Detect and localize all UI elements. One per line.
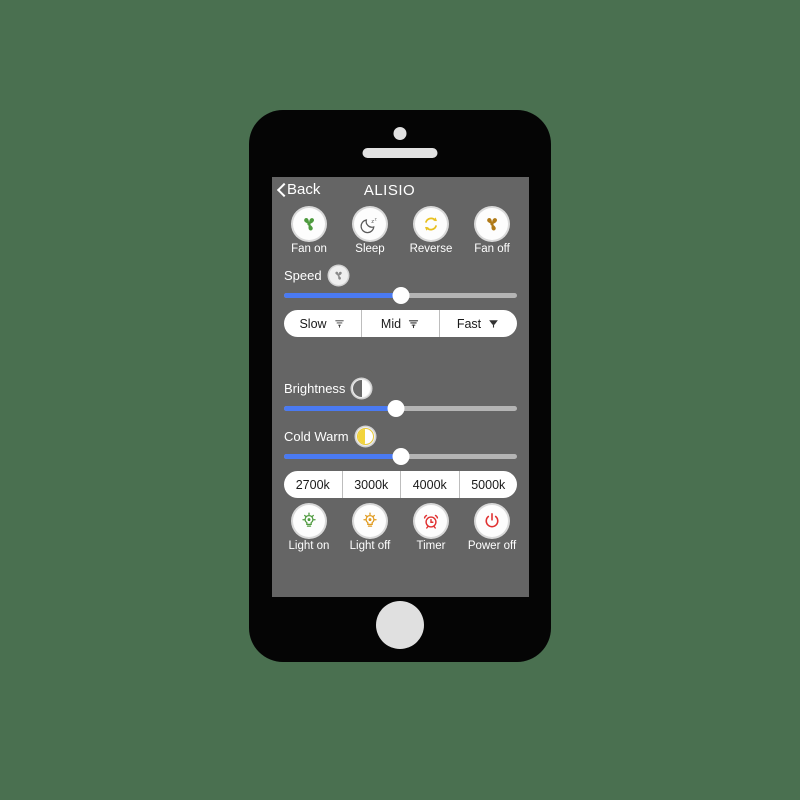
fan-icon	[304, 217, 314, 231]
cold-warm-slider-fill	[284, 454, 401, 459]
speed-label: Speed	[284, 268, 322, 283]
speed-label-row: Speed	[272, 266, 529, 285]
fan-mode-mid-label: Mid	[380, 316, 402, 331]
svg-text:z: z	[375, 216, 377, 221]
half-circle-bw-icon	[352, 379, 372, 398]
brightness-slider[interactable]	[284, 400, 517, 417]
half-circle-warm-icon	[355, 427, 375, 446]
fan-off-disc	[476, 208, 508, 240]
speed-slider-fill	[284, 293, 401, 298]
fan-mode-mid[interactable]: Mid	[362, 310, 440, 337]
brightness-slider-fill	[284, 406, 396, 411]
bulb-icon	[363, 512, 377, 527]
wind-strong-icon	[489, 320, 498, 328]
light-off-label: Light off	[349, 540, 391, 552]
speed-slider[interactable]	[284, 287, 517, 304]
temp-4000k-label: 4000k	[412, 477, 447, 492]
cold-warm-slider-thumb[interactable]	[392, 448, 409, 465]
power-icon	[485, 513, 499, 528]
fan-small-glyph	[334, 271, 342, 280]
moon-sleep-icon: z z	[360, 216, 377, 234]
timer-disc	[415, 505, 447, 537]
power-off-button[interactable]: Power off	[463, 505, 521, 552]
fan-mode-segmented-control[interactable]: Slow Mid Fast	[284, 310, 517, 337]
fan-mode-slow[interactable]: Slow	[284, 310, 362, 337]
color-temperature-segmented-control[interactable]: 2700k 3000k 4000k 5000k	[284, 471, 517, 498]
reverse-label: Reverse	[409, 243, 453, 255]
timer-label: Timer	[416, 540, 446, 552]
light-on-disc	[293, 505, 325, 537]
bulb-icon	[302, 512, 316, 527]
phone-top-bezel	[249, 110, 551, 177]
timer-button[interactable]: Timer	[402, 505, 460, 552]
fan-icon	[487, 217, 497, 231]
phone-device: Back ALISIO Fan on z z Sleep Reverse Fan…	[249, 110, 551, 662]
fan-on-label: Fan on	[291, 243, 327, 255]
fan-off-label: Fan off	[474, 243, 510, 255]
reverse-disc	[415, 208, 447, 240]
temp-3000k-label: 3000k	[354, 477, 389, 492]
app-header: Back ALISIO	[272, 177, 529, 208]
reverse-button[interactable]: Reverse	[402, 208, 460, 255]
fan-mode-fast-label: Fast	[456, 316, 482, 331]
sleep-disc: z z	[354, 208, 386, 240]
light-on-label: Light on	[288, 540, 330, 552]
fan-mode-fast[interactable]: Fast	[440, 310, 517, 337]
sleep-button[interactable]: z z Sleep	[341, 208, 399, 255]
cold-warm-slider[interactable]	[284, 448, 517, 465]
earpiece-speaker	[362, 148, 438, 158]
sleep-label: Sleep	[355, 243, 385, 255]
light-on-button[interactable]: Light on	[280, 505, 338, 552]
fan-off-button[interactable]: Fan off	[463, 208, 521, 255]
cold-warm-label: Cold Warm	[284, 429, 349, 444]
temp-2700k-label: 2700k	[295, 477, 330, 492]
temp-5000k[interactable]: 5000k	[460, 471, 518, 498]
brightness-slider-thumb[interactable]	[387, 400, 405, 417]
light-off-disc	[354, 505, 386, 537]
alarm-clock-icon	[423, 514, 439, 529]
power-off-label: Power off	[467, 540, 517, 552]
cold-warm-glyph	[356, 428, 374, 445]
page-title: ALISIO	[363, 182, 416, 199]
reverse-arrows-icon	[425, 217, 437, 231]
home-button[interactable]	[376, 601, 424, 649]
fan-mode-slow-label: Slow	[299, 316, 327, 331]
brightness-glyph	[353, 380, 371, 397]
brightness-label: Brightness	[284, 381, 346, 396]
light-off-button[interactable]: Light off	[341, 505, 399, 552]
fan-on-button[interactable]: Fan on	[280, 208, 338, 255]
wind-medium-icon	[408, 320, 419, 329]
fan-small-icon	[328, 266, 348, 285]
phone-screen: Back ALISIO Fan on z z Sleep Reverse Fan…	[272, 177, 529, 597]
brightness-label-row: Brightness	[272, 379, 529, 398]
temp-3000k[interactable]: 3000k	[343, 471, 401, 498]
fan-on-disc	[293, 208, 325, 240]
front-camera-icon	[393, 127, 407, 140]
temp-5000k-label: 5000k	[471, 477, 506, 492]
power-off-disc	[476, 505, 508, 537]
wind-light-icon	[334, 320, 344, 328]
fan-action-row: Fan on z z Sleep Reverse Fan off	[272, 208, 529, 255]
temp-2700k[interactable]: 2700k	[284, 471, 343, 498]
temp-4000k[interactable]: 4000k	[401, 471, 460, 498]
speed-slider-thumb[interactable]	[392, 287, 409, 304]
cold-warm-label-row: Cold Warm	[272, 427, 529, 446]
light-action-row: Light on Light off Timer Power off	[272, 505, 529, 552]
